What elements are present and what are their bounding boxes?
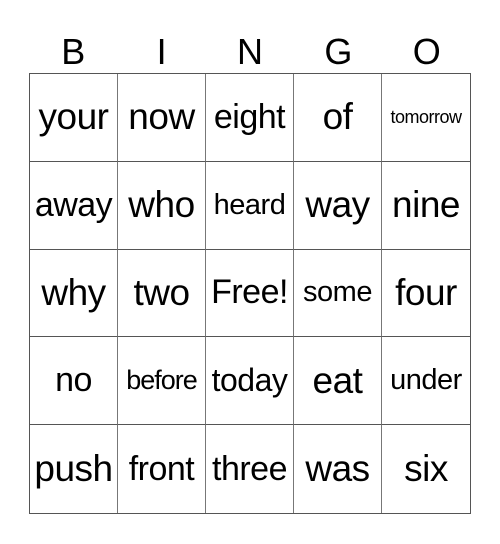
bingo-cell[interactable]: now — [118, 74, 206, 162]
header-letter-o: O — [412, 31, 441, 72]
bingo-cell[interactable]: under — [382, 337, 470, 426]
header-letter-b: B — [61, 31, 86, 72]
free-space-cell[interactable]: Free! — [206, 249, 294, 338]
bingo-cell[interactable]: was — [294, 425, 382, 513]
bingo-cell[interactable]: four — [382, 250, 470, 338]
bingo-cell[interactable]: away — [30, 161, 118, 250]
bingo-cell[interactable]: three — [206, 425, 294, 513]
bingo-cell[interactable]: two — [118, 249, 206, 338]
bingo-cell[interactable]: before — [118, 337, 206, 426]
header-letter-n: N — [236, 31, 263, 72]
bingo-cell[interactable]: heard — [206, 161, 294, 250]
bingo-cell[interactable]: some — [294, 249, 382, 338]
bingo-cell[interactable]: front — [118, 425, 206, 513]
bingo-cell[interactable]: way — [294, 161, 382, 250]
bingo-cell[interactable]: six — [382, 425, 470, 513]
bingo-card-grid: your now eight of tomorrow away who heard way nin… — [29, 73, 471, 514]
header-letter-g: G — [324, 31, 353, 72]
bingo-cell[interactable]: tomorrow — [382, 74, 470, 162]
header-letter-i: I — [156, 31, 167, 72]
bingo-cell[interactable]: eight — [206, 74, 294, 162]
bingo-cell[interactable]: your — [30, 74, 118, 162]
bingo-cell[interactable]: push — [30, 425, 118, 513]
bingo-cell[interactable]: no — [30, 337, 118, 426]
bingo-cell[interactable]: nine — [382, 162, 470, 250]
bingo-cell[interactable]: why — [30, 249, 118, 338]
bingo-cell[interactable]: who — [118, 161, 206, 250]
bingo-cell[interactable]: eat — [294, 337, 382, 426]
bingo-cell[interactable]: today — [206, 337, 294, 426]
bingo-cell[interactable]: of — [294, 74, 382, 162]
bingo-header: B I N G O — [29, 30, 471, 74]
